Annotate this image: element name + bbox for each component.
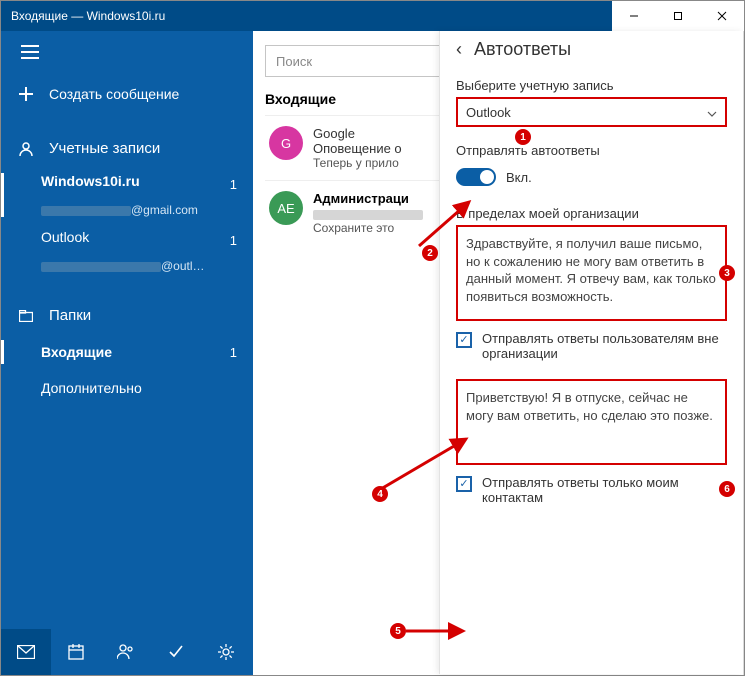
person-icon <box>17 142 35 156</box>
hamburger-icon <box>21 45 39 62</box>
search-placeholder: Поиск <box>276 54 312 69</box>
account-name: Windows10i.ru <box>41 173 140 189</box>
outside-org-textarea[interactable]: Приветствую! Я в отпуске, сейчас не могу… <box>456 379 727 465</box>
outside-org-text: Приветствую! Я в отпуске, сейчас не могу… <box>466 390 713 423</box>
account-email: @gmail.com <box>41 203 198 217</box>
gear-icon <box>218 644 234 660</box>
compose-button[interactable]: Создать сообщение <box>1 76 253 112</box>
avatar: G <box>269 126 303 160</box>
nav-settings-button[interactable] <box>201 629 251 675</box>
avatar: АЕ <box>269 191 303 225</box>
folder-count: 1 <box>230 345 237 360</box>
sidebar-folder-inbox[interactable]: Входящие 1 <box>1 334 253 370</box>
maximize-button[interactable] <box>656 1 700 31</box>
accounts-section-header[interactable]: Учетные записи <box>1 130 253 167</box>
only-contacts-checkbox-label: Отправлять ответы только моим контактам <box>482 475 727 505</box>
close-button[interactable] <box>700 1 744 31</box>
message-lines: Google Оповещение о Теперь у прило <box>313 126 402 170</box>
account-select-label: Выберите учетную запись <box>456 78 727 93</box>
sidebar: Создать сообщение Учетные записи Windows… <box>1 31 253 675</box>
titlebar: Входящие — Windows10i.ru <box>1 1 744 31</box>
account-unread-count: 1 <box>230 233 237 248</box>
message-subject <box>313 206 423 221</box>
panel-title: Автоответы <box>474 39 571 60</box>
message-preview: Сохраните это <box>313 221 423 235</box>
accounts-header-label: Учетные записи <box>49 140 160 157</box>
annotation-marker-3: 3 <box>719 265 735 281</box>
message-from: Администраци <box>313 191 423 206</box>
check-icon <box>168 644 184 660</box>
send-autoreply-toggle[interactable] <box>456 168 496 186</box>
outside-org-checkbox[interactable]: ✓ <box>456 332 472 348</box>
back-icon[interactable]: ‹ <box>456 39 462 60</box>
outside-org-checkbox-label: Отправлять ответы пользователям вне орга… <box>482 331 727 361</box>
outside-org-checkbox-row: ✓ Отправлять ответы пользователям вне ор… <box>456 331 727 361</box>
only-contacts-checkbox[interactable]: ✓ <box>456 476 472 492</box>
message-preview: Теперь у прило <box>313 156 402 170</box>
window-controls <box>612 1 744 31</box>
message-lines: Администраци Сохраните это <box>313 191 423 235</box>
inside-org-text: Здравствуйте, я получил ваше письмо, но … <box>466 236 716 304</box>
sidebar-folder-more[interactable]: Дополнительно <box>1 370 253 406</box>
sidebar-account-gmail[interactable]: Windows10i.ru @gmail.com 1 <box>1 167 253 223</box>
calendar-icon <box>68 644 84 660</box>
account-select-value: Outlook <box>466 105 511 120</box>
sidebar-account-outlook[interactable]: Outlook @outl… 1 <box>1 223 253 279</box>
app-window: Входящие — Windows10i.ru Создать сообщен… <box>0 0 745 676</box>
compose-label: Создать сообщение <box>49 86 179 102</box>
check-icon: ✓ <box>459 335 468 346</box>
panel-header: ‹ Автоответы <box>456 39 727 60</box>
mail-icon <box>17 645 35 659</box>
minimize-button[interactable] <box>612 1 656 31</box>
plus-icon <box>17 87 35 101</box>
account-name: Outlook <box>41 229 89 245</box>
folder-label: Входящие <box>41 344 112 360</box>
inside-org-header: В пределах моей организации <box>456 206 727 221</box>
sidebar-bottom-nav <box>1 629 253 675</box>
autoreply-panel: ‹ Автоответы Выберите учетную запись Out… <box>439 31 743 674</box>
account-email: @outl… <box>41 259 205 273</box>
annotation-marker-4: 4 <box>372 486 388 502</box>
folder-label: Дополнительно <box>41 380 142 396</box>
nav-todo-button[interactable] <box>151 629 201 675</box>
send-autoreply-label: Отправлять автоответы <box>456 143 727 158</box>
message-subject: Оповещение о <box>313 141 402 156</box>
hamburger-button[interactable] <box>1 31 253 76</box>
chevron-down-icon <box>707 105 717 120</box>
annotation-marker-1: 1 <box>515 129 531 145</box>
folders-section-header[interactable]: Папки <box>1 297 253 334</box>
account-select[interactable]: Outlook <box>456 97 727 127</box>
toggle-state-label: Вкл. <box>506 170 532 185</box>
message-from: Google <box>313 126 402 141</box>
inside-org-textarea[interactable]: Здравствуйте, я получил ваше письмо, но … <box>456 225 727 321</box>
people-icon <box>117 644 135 660</box>
nav-calendar-button[interactable] <box>51 629 101 675</box>
check-icon: ✓ <box>459 479 468 490</box>
folders-header-label: Папки <box>49 307 91 324</box>
window-title: Входящие — Windows10i.ru <box>1 9 612 23</box>
nav-mail-button[interactable] <box>1 629 51 675</box>
annotation-marker-2: 2 <box>422 245 438 261</box>
send-autoreply-toggle-row: Вкл. <box>456 168 727 186</box>
only-contacts-checkbox-row: ✓ Отправлять ответы только моим контакта… <box>456 475 727 505</box>
nav-people-button[interactable] <box>101 629 151 675</box>
annotation-marker-5: 5 <box>390 623 406 639</box>
account-unread-count: 1 <box>230 177 237 192</box>
annotation-marker-6: 6 <box>719 481 735 497</box>
folder-icon <box>17 310 35 322</box>
